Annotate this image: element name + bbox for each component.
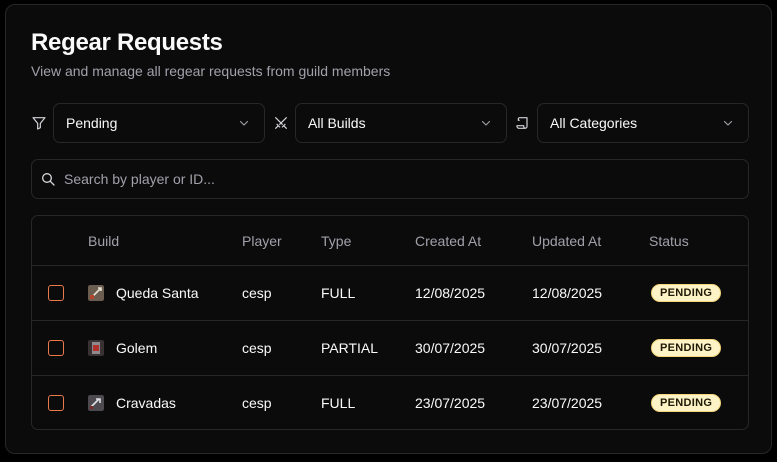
- regear-requests-card: Regear Requests View and manage all rege…: [5, 4, 772, 454]
- build-item-icon: [88, 395, 104, 411]
- header-player[interactable]: Player: [242, 216, 282, 265]
- row-build-name: Cravadas: [116, 395, 176, 411]
- header-type[interactable]: Type: [321, 216, 351, 265]
- filter-icon: [32, 117, 46, 130]
- chevron-down-icon: [723, 120, 733, 126]
- table-row[interactable]: Golem cesp PARTIAL 30/07/2025 30/07/2025…: [32, 320, 748, 375]
- row-build-name: Queda Santa: [116, 285, 199, 301]
- build-filter-value: All Builds: [308, 115, 366, 131]
- row-created-at: 23/07/2025: [415, 395, 486, 411]
- row-type: PARTIAL: [321, 340, 379, 356]
- status-filter-value: Pending: [66, 115, 118, 131]
- row-checkbox[interactable]: [48, 340, 64, 356]
- row-checkbox[interactable]: [48, 395, 64, 411]
- status-badge: PENDING: [651, 339, 722, 357]
- build-filter-select[interactable]: All Builds: [295, 103, 507, 143]
- row-player: cesp: [242, 395, 272, 411]
- page-subtitle: View and manage all regear requests from…: [31, 63, 391, 79]
- header-status[interactable]: Status: [649, 216, 689, 265]
- page-title: Regear Requests: [31, 29, 223, 56]
- chevron-down-icon: [239, 120, 249, 126]
- row-type: FULL: [321, 395, 356, 411]
- status-badge: PENDING: [651, 394, 722, 412]
- build-item-icon: [88, 340, 104, 356]
- scroll-icon: [516, 117, 528, 129]
- row-updated-at: 12/08/2025: [532, 285, 603, 301]
- build-item-icon: [88, 285, 104, 301]
- row-type: FULL: [321, 285, 356, 301]
- swords-icon: [275, 117, 287, 129]
- header-updated-at[interactable]: Updated At: [532, 216, 601, 265]
- row-checkbox[interactable]: [48, 285, 64, 301]
- row-player: cesp: [242, 285, 272, 301]
- header-created-at[interactable]: Created At: [415, 216, 481, 265]
- search-box: [31, 159, 749, 199]
- status-badge: PENDING: [651, 284, 722, 302]
- row-player: cesp: [242, 340, 272, 356]
- row-updated-at: 30/07/2025: [532, 340, 603, 356]
- table-header-row: Build Player Type Created At Updated At …: [32, 216, 748, 265]
- category-filter-value: All Categories: [550, 115, 638, 131]
- search-input[interactable]: [64, 160, 734, 198]
- row-created-at: 12/08/2025: [415, 285, 486, 301]
- row-updated-at: 23/07/2025: [532, 395, 603, 411]
- chevron-down-icon: [481, 120, 491, 126]
- status-filter-select[interactable]: Pending: [53, 103, 265, 143]
- table-row[interactable]: Queda Santa cesp FULL 12/08/2025 12/08/2…: [32, 265, 748, 320]
- requests-table: Build Player Type Created At Updated At …: [31, 215, 749, 430]
- category-filter-select[interactable]: All Categories: [537, 103, 749, 143]
- row-created-at: 30/07/2025: [415, 340, 486, 356]
- table-row[interactable]: Cravadas cesp FULL 23/07/2025 23/07/2025…: [32, 375, 748, 429]
- row-build-name: Golem: [116, 340, 158, 356]
- header-build[interactable]: Build: [88, 216, 119, 265]
- search-icon: [42, 173, 55, 186]
